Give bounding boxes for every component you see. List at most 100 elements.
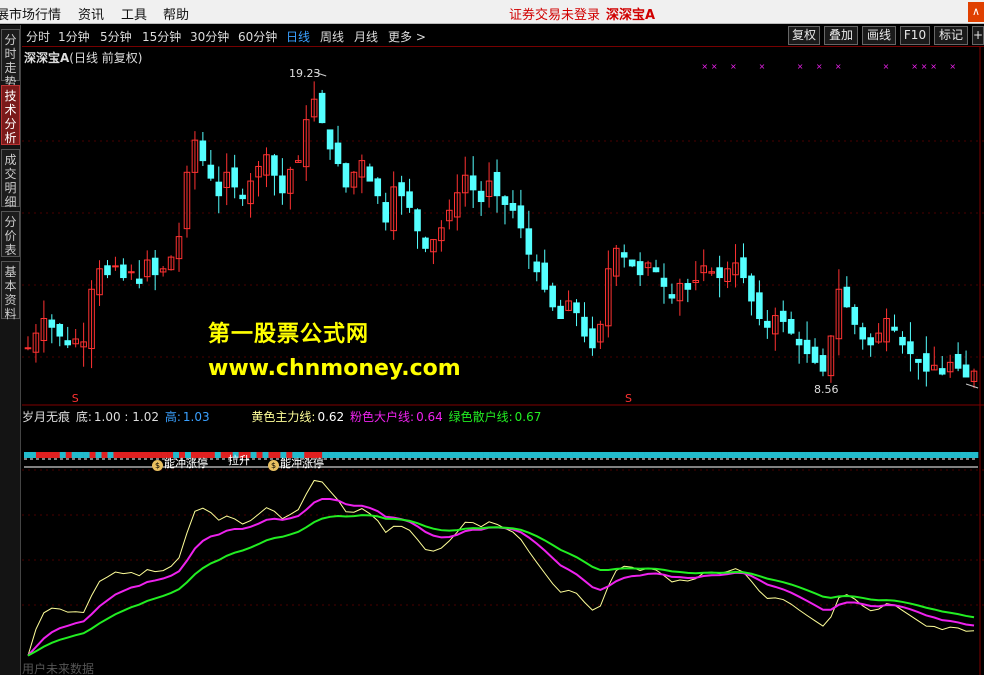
candle-body bbox=[366, 166, 374, 182]
signal-bar bbox=[721, 452, 728, 458]
signal-bar bbox=[143, 452, 150, 458]
candle-body bbox=[907, 341, 914, 355]
signal-bar bbox=[465, 452, 472, 458]
signal-bar bbox=[811, 452, 818, 458]
candle-body bbox=[374, 178, 382, 197]
indicator-layer bbox=[24, 452, 979, 657]
candle-body bbox=[954, 353, 962, 369]
candle-body bbox=[56, 324, 64, 337]
signal-bar bbox=[894, 452, 901, 458]
x-marker: × bbox=[949, 62, 956, 71]
green-line-value: 0.67 bbox=[514, 410, 542, 424]
signal-bar bbox=[614, 452, 621, 458]
signal-bar bbox=[71, 452, 78, 458]
signal-bar bbox=[793, 452, 800, 458]
signal-bar bbox=[542, 452, 549, 458]
signal-bar bbox=[972, 452, 979, 458]
candle-body bbox=[541, 262, 549, 290]
signal-bar bbox=[781, 452, 788, 458]
signal-bar bbox=[787, 452, 794, 458]
signal-bar bbox=[834, 452, 842, 458]
candle-body bbox=[811, 346, 819, 363]
signal-bar bbox=[828, 452, 836, 458]
candle-body bbox=[962, 364, 970, 378]
signal-bar bbox=[220, 452, 228, 458]
candle-body bbox=[135, 278, 143, 284]
signal-bar bbox=[638, 452, 645, 458]
signal-bar bbox=[673, 452, 681, 458]
signal-bar bbox=[578, 452, 585, 458]
signal-bar bbox=[345, 452, 353, 458]
signal-bar bbox=[101, 452, 108, 458]
indicator-bottom-label: 底: bbox=[75, 410, 92, 424]
x-marker: × bbox=[711, 62, 718, 71]
signal-bar bbox=[340, 452, 347, 458]
signal-bar bbox=[47, 452, 55, 458]
signal-bar bbox=[560, 452, 567, 458]
signal-bar bbox=[667, 452, 675, 458]
candle-body bbox=[231, 167, 238, 188]
x-marker: × bbox=[835, 62, 842, 71]
signal-bar bbox=[733, 452, 740, 458]
x-marker: × bbox=[911, 62, 918, 71]
signal-bar bbox=[685, 452, 693, 458]
candle-body bbox=[748, 275, 755, 302]
candle-body bbox=[318, 92, 326, 124]
signal-bar bbox=[250, 452, 257, 458]
signal-bar bbox=[137, 452, 144, 458]
candle-body bbox=[938, 368, 946, 375]
signal-bar bbox=[954, 452, 961, 458]
signal-bar bbox=[483, 452, 490, 458]
yellow-line-label: 黄色主力线: bbox=[251, 410, 316, 424]
x-marker: × bbox=[883, 62, 890, 71]
signal-bar bbox=[590, 452, 597, 458]
candle-body bbox=[867, 337, 874, 346]
candle-body bbox=[779, 310, 787, 322]
signal-bar bbox=[256, 452, 263, 458]
chart-canvas[interactable]: S S× × × × × × × × × × × × bbox=[0, 0, 984, 675]
indicator-bottom-values: 1.00 : 1.02 bbox=[93, 410, 159, 424]
signal-bar bbox=[757, 452, 764, 458]
candle-body bbox=[477, 190, 485, 203]
signal-bar bbox=[715, 452, 722, 458]
pink-large-holder-line bbox=[27, 497, 975, 657]
signal-bar bbox=[423, 452, 430, 458]
s-marker: S bbox=[625, 392, 632, 405]
watermark-site-name: 第一股票公式网 bbox=[208, 322, 370, 347]
signal-bar bbox=[208, 452, 216, 458]
signal-bar bbox=[41, 452, 49, 458]
indicator-high-value: 1.03 bbox=[182, 410, 210, 424]
signal-bar bbox=[24, 452, 31, 458]
candle-body bbox=[549, 285, 556, 308]
signal-bar bbox=[769, 452, 776, 458]
signal-bar bbox=[840, 452, 848, 458]
low-leader-line bbox=[965, 383, 979, 389]
signal-bar bbox=[495, 452, 502, 458]
green-retail-line bbox=[27, 514, 975, 657]
signal-bar bbox=[107, 452, 114, 458]
signal-bar bbox=[399, 452, 406, 458]
signal-bar bbox=[888, 452, 895, 458]
signal-bar bbox=[393, 452, 400, 458]
candle-body bbox=[24, 347, 32, 350]
signal-bar bbox=[900, 452, 907, 458]
chart-grid bbox=[22, 47, 984, 675]
signal-bar bbox=[435, 452, 442, 458]
signal-bar bbox=[501, 452, 508, 458]
candle-body bbox=[787, 318, 795, 334]
candle-body bbox=[509, 202, 517, 211]
candle-body bbox=[271, 155, 278, 176]
signal-bar bbox=[512, 452, 520, 458]
signal-bar bbox=[387, 452, 394, 458]
yellow-main-line bbox=[27, 479, 975, 656]
price-high-label: 19.23 bbox=[289, 67, 321, 80]
signal-bar bbox=[375, 452, 383, 458]
signal-bar bbox=[381, 452, 389, 458]
candle-body bbox=[740, 257, 747, 279]
signal-text: 能冲涨停 bbox=[280, 457, 324, 470]
candle-body bbox=[756, 292, 763, 320]
signal-bar bbox=[35, 452, 43, 458]
candle-body bbox=[398, 182, 405, 197]
candle-body bbox=[652, 267, 660, 273]
candle-body bbox=[573, 302, 580, 314]
